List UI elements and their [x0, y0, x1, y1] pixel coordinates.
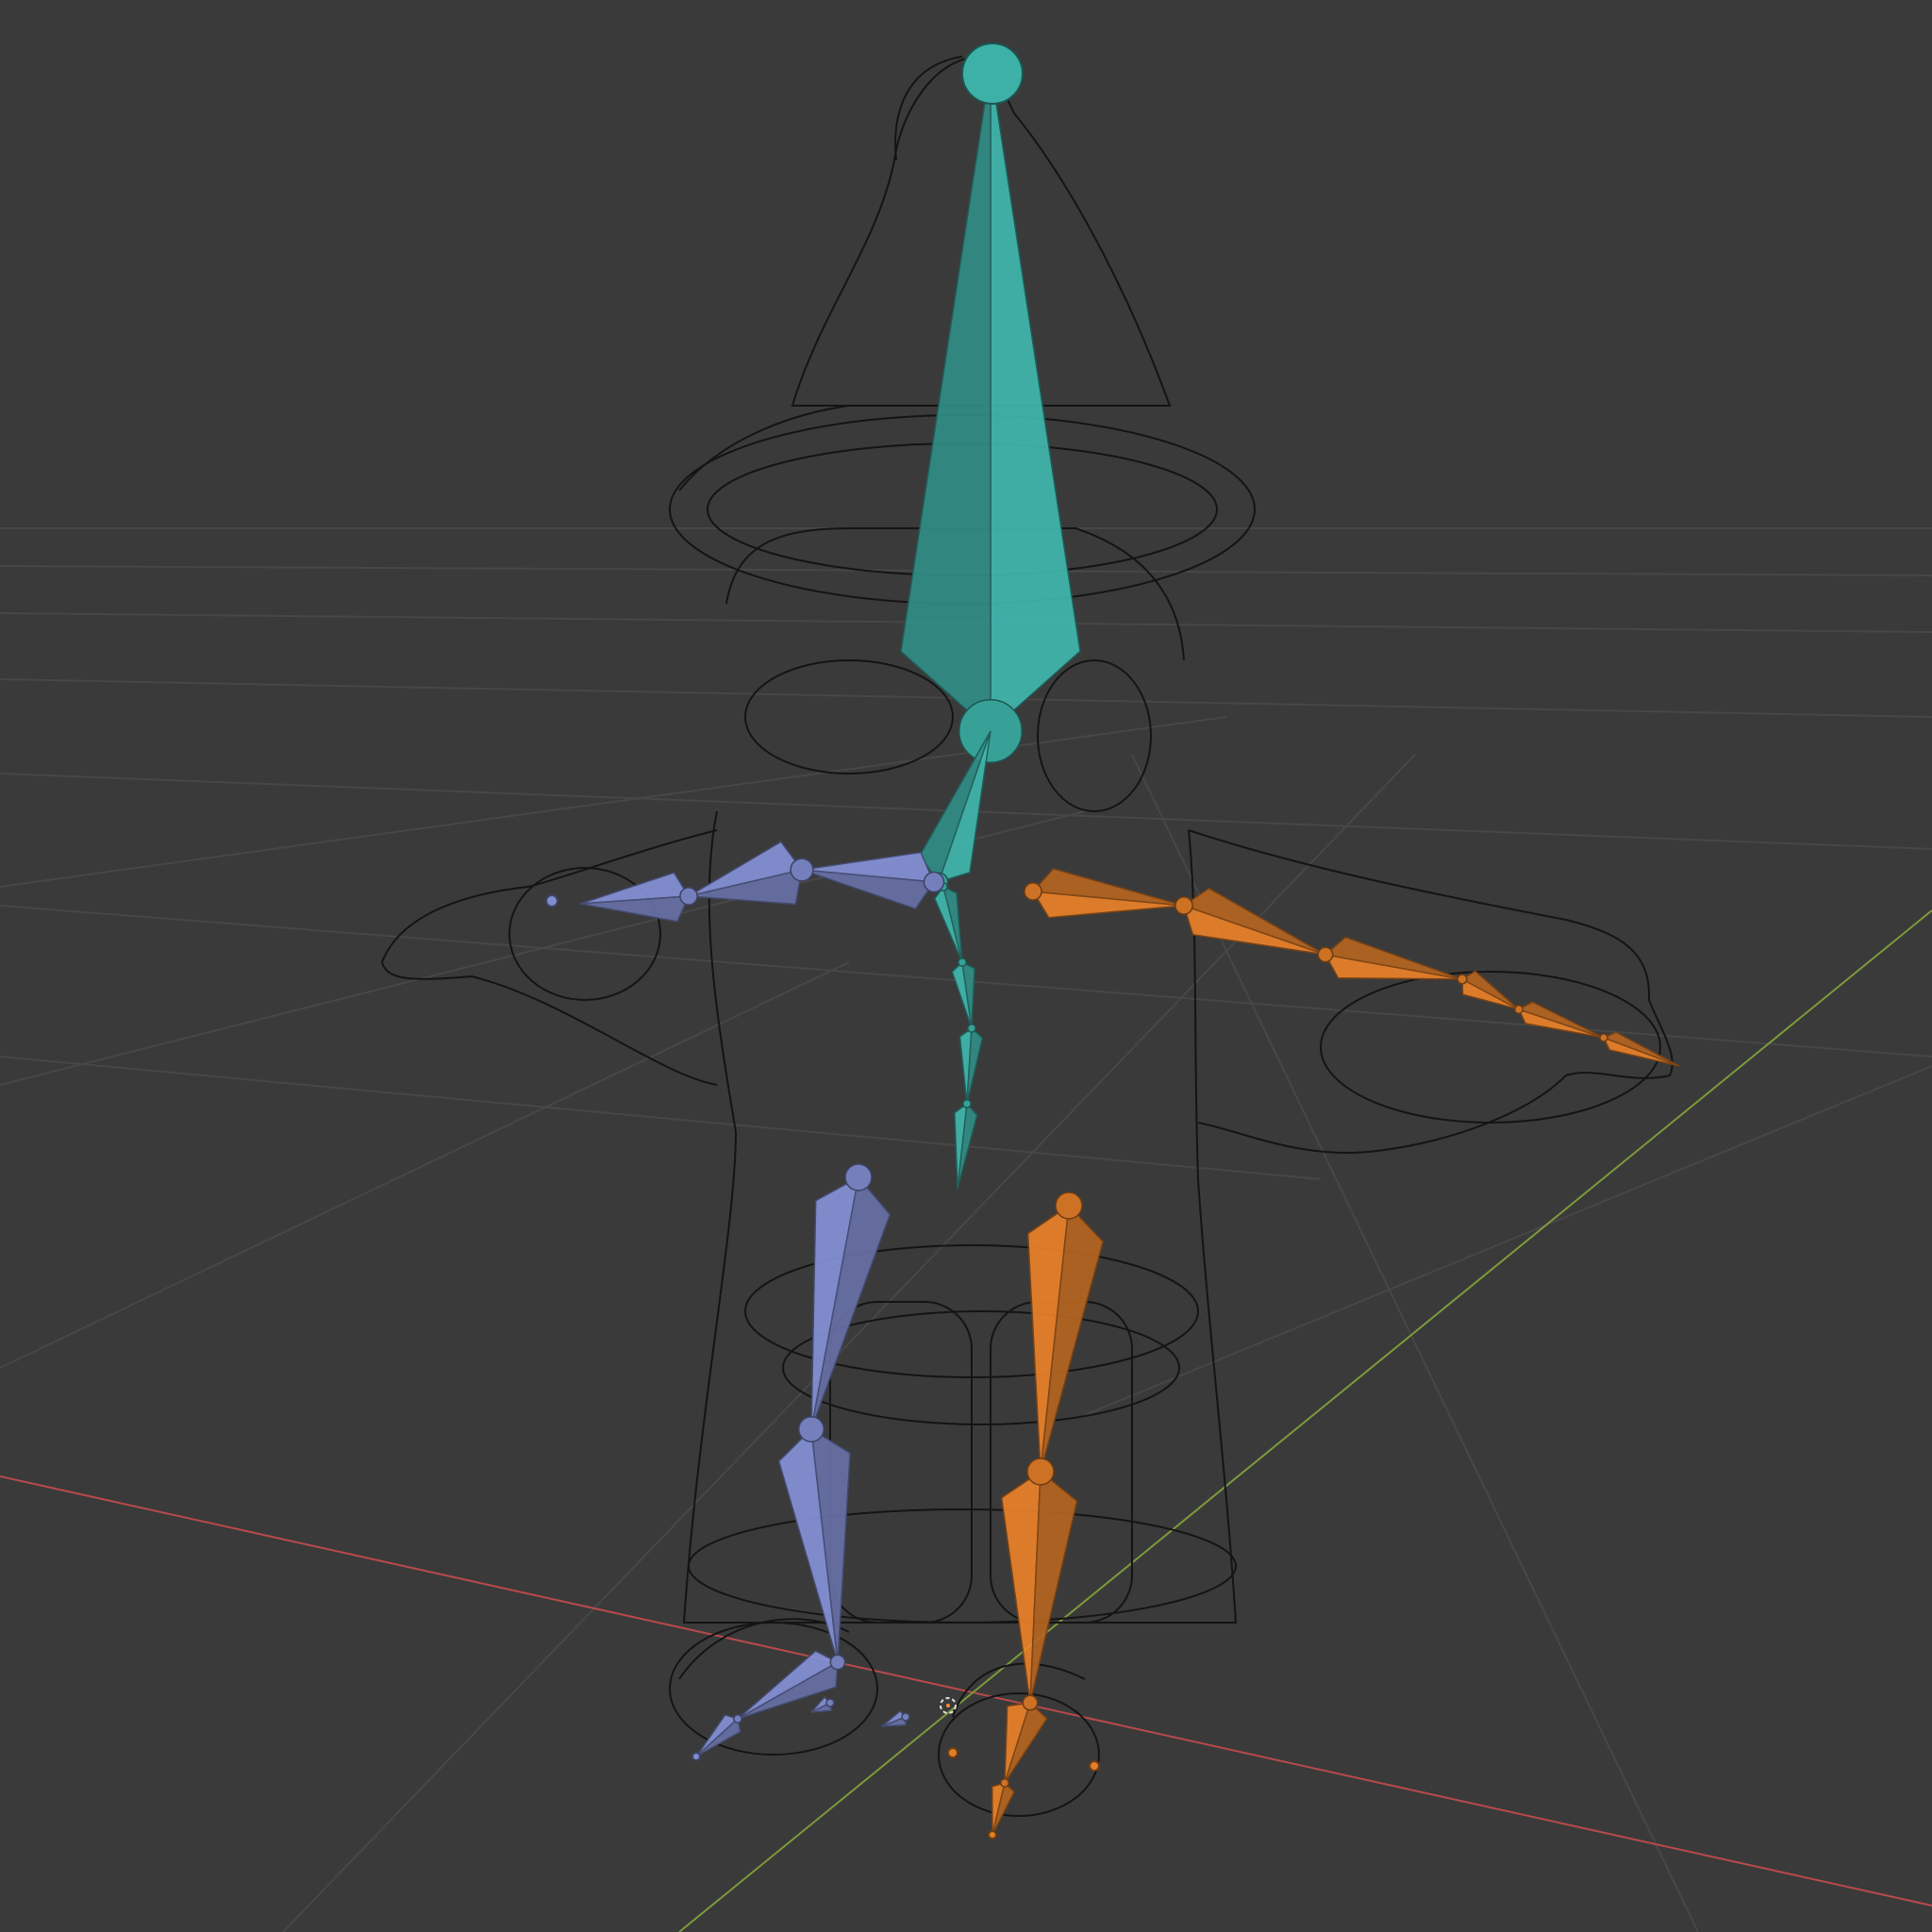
bone-heel-right-b[interactable] — [1089, 1760, 1100, 1772]
bone-toe-tip-left[interactable] — [691, 1752, 701, 1761]
bone-hat-tip-joint[interactable] — [961, 42, 1024, 105]
bone-heel-right-a[interactable] — [947, 1747, 958, 1758]
3d-viewport[interactable] — [0, 0, 1932, 1932]
viewport-canvas[interactable] — [0, 0, 1932, 1932]
bone-finger-left[interactable] — [545, 894, 558, 908]
bone-toe-tip-right[interactable] — [988, 1830, 997, 1840]
